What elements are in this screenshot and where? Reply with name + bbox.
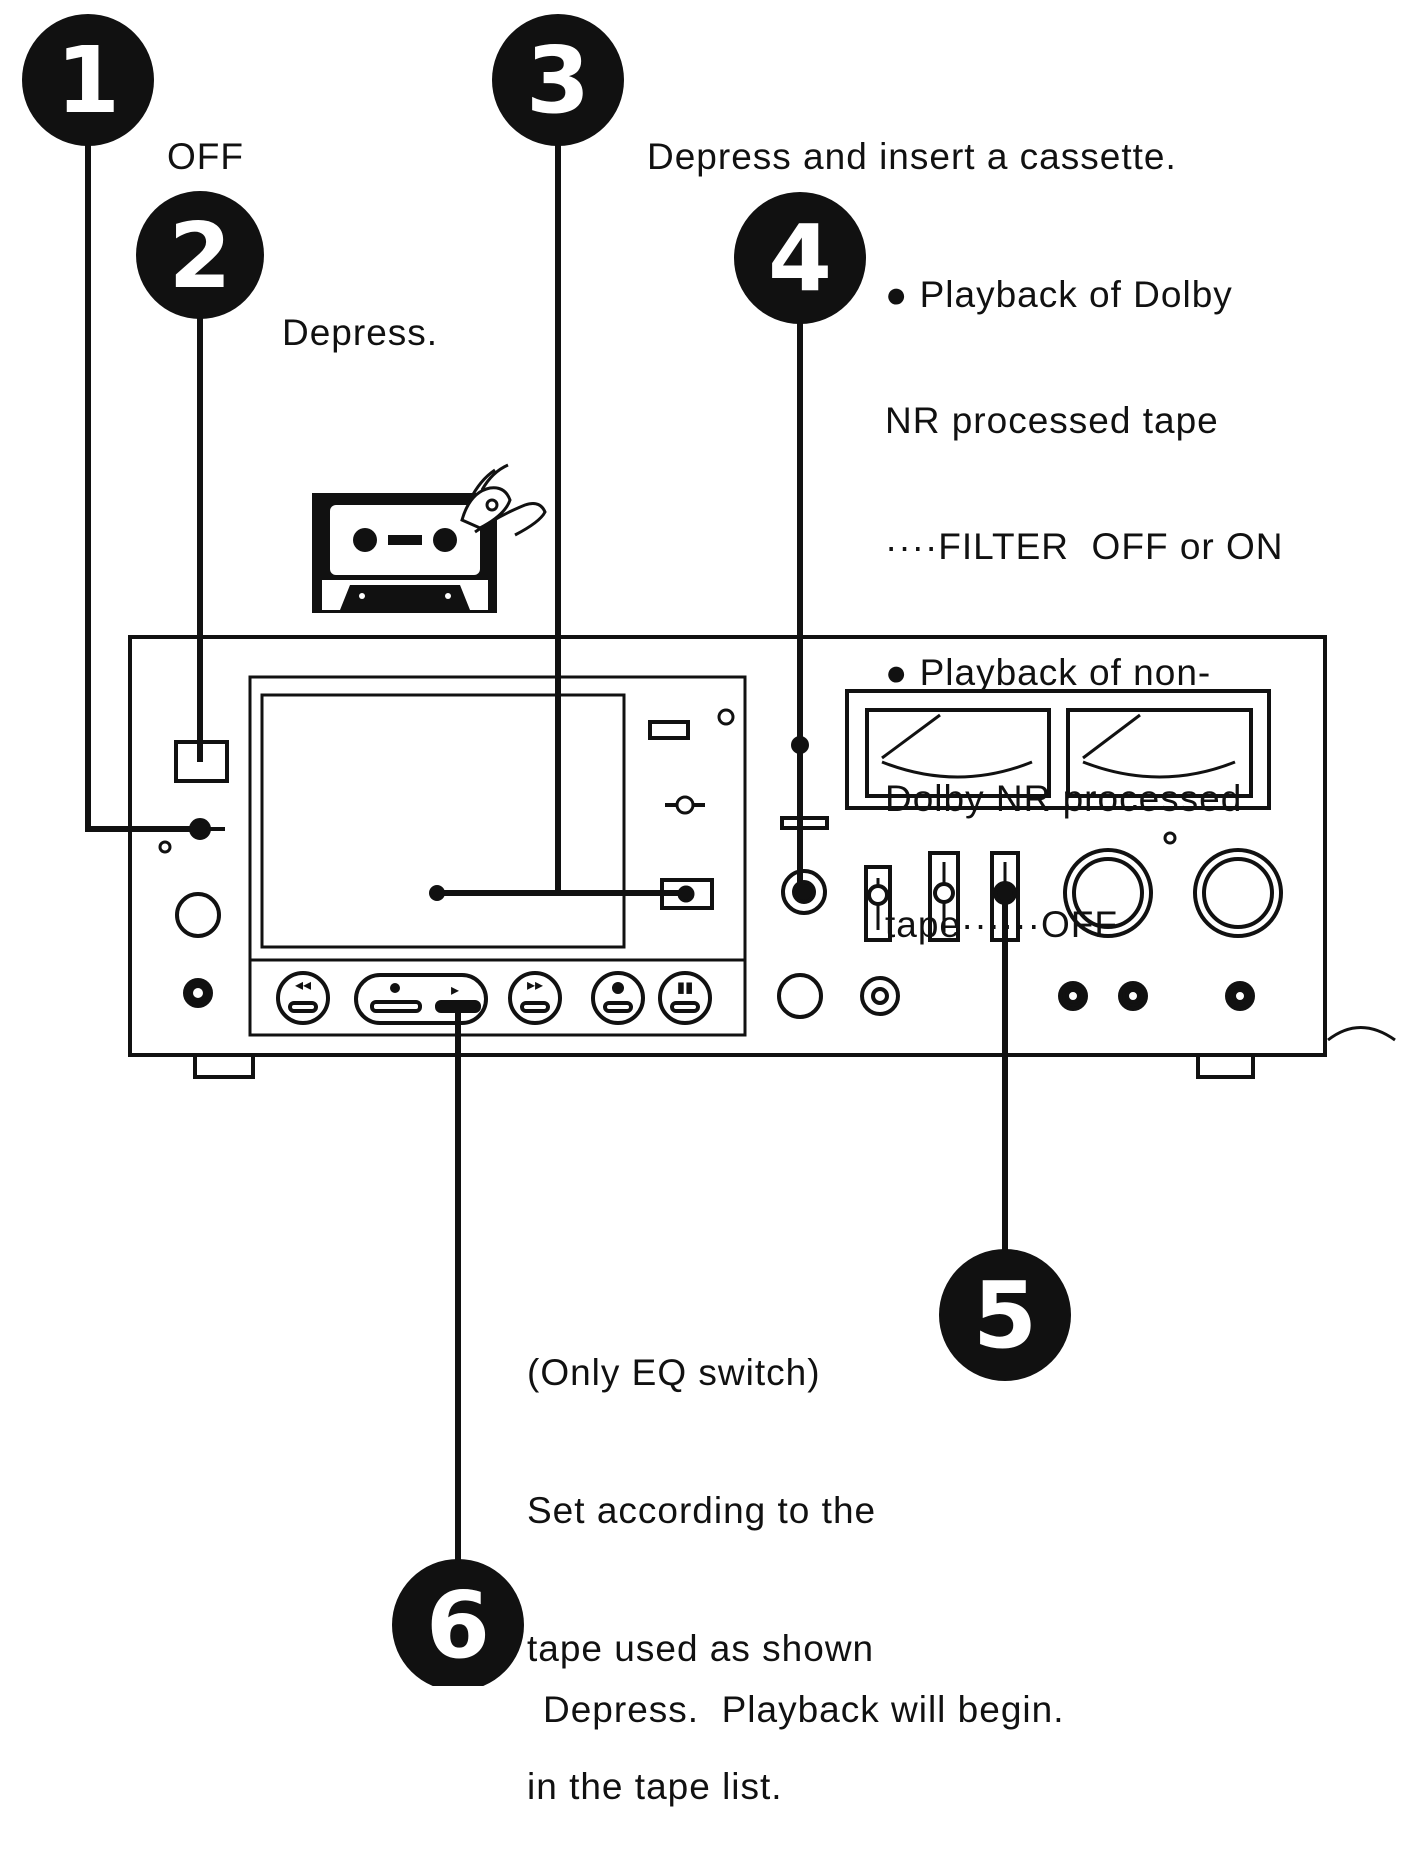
step-6-text: Depress. Playback will begin. — [543, 1605, 1065, 1773]
step-4-line: NR processed tape — [885, 400, 1219, 441]
step-5-line: (Only EQ switch) — [527, 1352, 821, 1393]
step-4-line: ● Playback of Dolby — [885, 274, 1233, 315]
step-2-line: Depress. — [282, 312, 439, 353]
step-6-badge: 6 — [392, 1559, 524, 1686]
step-5-number: 5 — [973, 1262, 1037, 1369]
svg-text:▸▸: ▸▸ — [527, 977, 543, 994]
svg-text:▸: ▸ — [451, 982, 459, 999]
step-4-line: tape······OFF — [885, 904, 1118, 945]
step-3-number: 3 — [526, 27, 590, 134]
step-4-line: ● Playback of non- — [885, 652, 1212, 693]
step-4-line: Dolby NR processed — [885, 778, 1243, 819]
svg-text:▮▮: ▮▮ — [677, 979, 694, 996]
step-6-line: Depress. Playback will begin. — [543, 1689, 1065, 1730]
finger-icon — [460, 463, 547, 537]
step-3-badge: 3 — [492, 14, 624, 146]
step-4-line: ····FILTER OFF or ON — [885, 526, 1284, 567]
step-3-line: Depress and insert a cassette. — [647, 136, 1177, 177]
svg-text:◂◂: ◂◂ — [295, 977, 311, 994]
step-1-badge: 1 — [22, 14, 154, 146]
step-1-text: OFF — [167, 52, 244, 220]
step-5-line: Set according to the — [527, 1490, 877, 1531]
step-4-number: 4 — [768, 205, 832, 312]
step-1-number: 1 — [56, 27, 120, 134]
step-6-number: 6 — [426, 1572, 490, 1679]
step-5-badge: 5 — [939, 1249, 1071, 1381]
step-2-text: Depress. — [282, 228, 438, 396]
step-4-text: ● Playback of Dolby NR processed tape ··… — [885, 190, 1284, 988]
step-1-line: OFF — [167, 136, 244, 177]
